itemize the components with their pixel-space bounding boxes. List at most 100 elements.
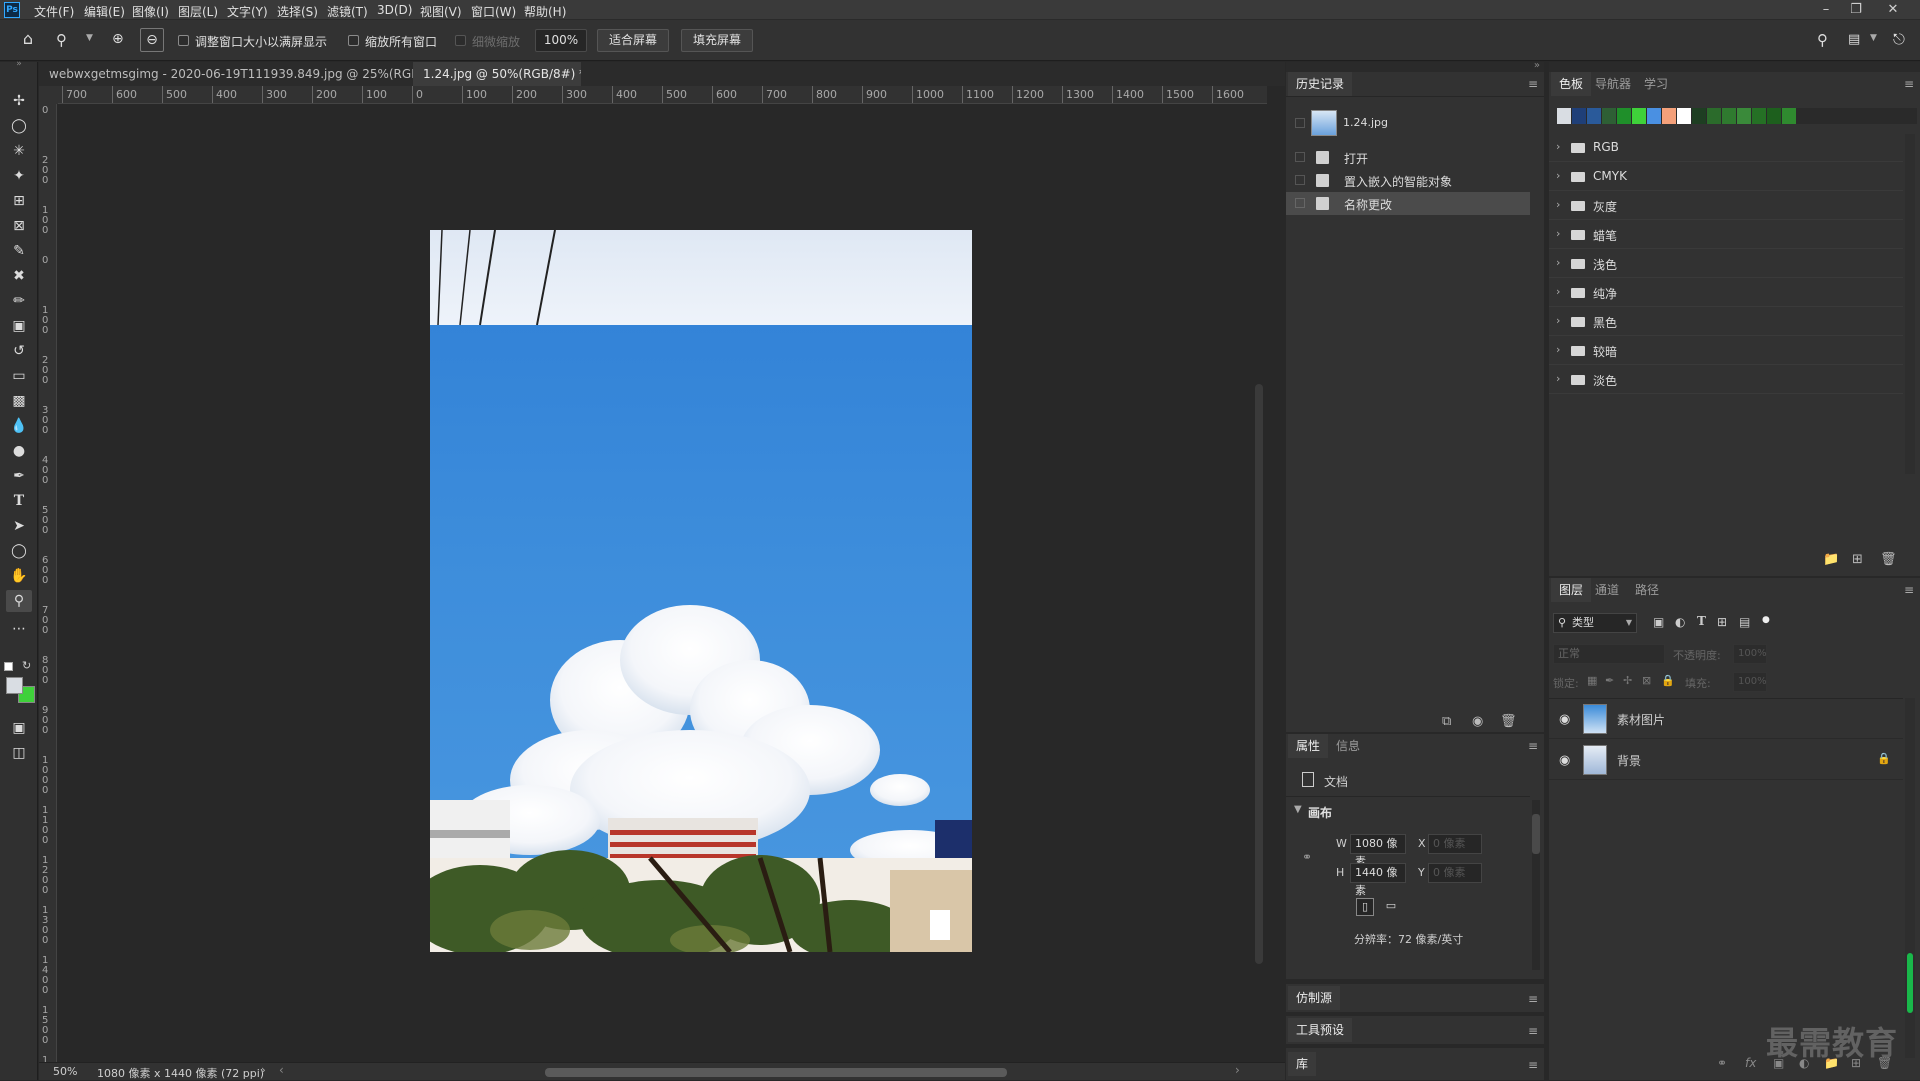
- menu-3d[interactable]: 3D(D): [377, 3, 412, 17]
- link-icon[interactable]: ⚭: [1302, 850, 1312, 864]
- color-swatch[interactable]: [1707, 108, 1721, 124]
- menu-filter[interactable]: 滤镜(T): [327, 3, 368, 20]
- menu-help[interactable]: 帮助(H): [524, 3, 566, 20]
- swatch-group[interactable]: › 较暗: [1549, 337, 1903, 365]
- layer-name[interactable]: 背景: [1617, 752, 1641, 769]
- tab-navigator[interactable]: 导航器: [1587, 72, 1639, 96]
- tab-swatches[interactable]: 色板: [1551, 72, 1592, 96]
- gradient-tool-icon[interactable]: ▩: [6, 390, 32, 412]
- path-selection-tool-icon[interactable]: ➤: [6, 515, 32, 537]
- visibility-eye-icon[interactable]: ◉: [1559, 753, 1570, 768]
- history-checkbox[interactable]: [1295, 175, 1305, 185]
- new-document-from-state-icon[interactable]: ⧉: [1442, 714, 1451, 729]
- color-swatch[interactable]: [1767, 108, 1781, 124]
- chevron-right-icon[interactable]: ›: [1556, 314, 1560, 327]
- chevron-right-icon[interactable]: ›: [1556, 256, 1560, 269]
- color-swatch[interactable]: [1632, 108, 1646, 124]
- layer-row[interactable]: ◉ 背景 🔒: [1549, 740, 1903, 780]
- chevron-right-icon[interactable]: ›: [1556, 285, 1560, 298]
- swatch-group[interactable]: › 浅色: [1549, 250, 1903, 278]
- color-swatch[interactable]: [1737, 108, 1751, 124]
- color-swatch[interactable]: [1677, 108, 1691, 124]
- panel-menu-icon[interactable]: ≡: [1528, 1024, 1538, 1038]
- color-swatch[interactable]: [1722, 108, 1736, 124]
- link-layers-icon[interactable]: ⚭: [1717, 1056, 1727, 1070]
- swatch-group[interactable]: › 淡色: [1549, 366, 1903, 394]
- swatch-group[interactable]: › RGB: [1549, 134, 1903, 162]
- pen-tool-icon[interactable]: ✒: [6, 465, 32, 487]
- more-tools-icon[interactable]: ⋯: [6, 618, 32, 640]
- filter-smart-object-icon[interactable]: ▤: [1739, 615, 1750, 629]
- chevron-right-icon[interactable]: ›: [1556, 198, 1560, 211]
- chevron-right-icon[interactable]: ›: [1556, 227, 1560, 240]
- scroll-right-icon[interactable]: ›: [1235, 1063, 1240, 1077]
- zoom-all-checkbox[interactable]: [348, 35, 359, 46]
- menu-window[interactable]: 窗口(W): [471, 3, 516, 20]
- panel-menu-icon[interactable]: ≡: [1528, 77, 1538, 91]
- layer-name[interactable]: 素材图片: [1617, 711, 1665, 728]
- hand-tool-icon[interactable]: ✋: [6, 565, 32, 587]
- foreground-color-swatch[interactable]: [6, 677, 23, 694]
- color-swatch[interactable]: [1692, 108, 1706, 124]
- color-swatch[interactable]: [1782, 108, 1796, 124]
- filter-toggle-icon[interactable]: ●: [1762, 615, 1770, 625]
- menu-edit[interactable]: 编辑(E): [84, 3, 125, 20]
- resize-windows-checkbox[interactable]: [178, 35, 189, 46]
- color-swatch[interactable]: [1587, 108, 1601, 124]
- vertical-scrollbar[interactable]: [1255, 384, 1263, 964]
- frame-tool-icon[interactable]: ⊠: [6, 215, 32, 237]
- history-snapshot[interactable]: 1.24.jpg: [1286, 106, 1530, 142]
- color-swatch[interactable]: [1572, 108, 1586, 124]
- history-brush-tool-icon[interactable]: ↺: [6, 340, 32, 362]
- menu-select[interactable]: 选择(S): [277, 3, 318, 20]
- color-swatch[interactable]: [1752, 108, 1766, 124]
- color-swatch[interactable]: [1557, 108, 1571, 124]
- tab-properties[interactable]: 属性: [1288, 734, 1329, 758]
- ellipse-tool-icon[interactable]: ◯: [6, 540, 32, 562]
- panel-menu-icon[interactable]: ≡: [1904, 77, 1914, 91]
- trash-icon[interactable]: 🗑: [1500, 714, 1517, 729]
- type-tool-icon[interactable]: T: [6, 490, 32, 512]
- lock-all-icon[interactable]: 🔒: [1661, 674, 1675, 687]
- blur-tool-icon[interactable]: 💧: [6, 415, 32, 437]
- eyedropper-tool-icon[interactable]: ✎: [6, 240, 32, 262]
- menu-image[interactable]: 图像(I): [132, 3, 169, 20]
- clone-stamp-tool-icon[interactable]: ▣: [6, 315, 32, 337]
- color-swatch[interactable]: [1647, 108, 1661, 124]
- lock-transparent-icon[interactable]: ▦: [1587, 674, 1597, 687]
- landscape-orientation-icon[interactable]: ▭: [1382, 898, 1400, 916]
- filter-type-icon[interactable]: T: [1697, 614, 1706, 628]
- menu-layer[interactable]: 图层(L): [178, 3, 218, 20]
- lock-position-icon[interactable]: ✢: [1623, 674, 1632, 687]
- panel-menu-icon[interactable]: ≡: [1528, 1058, 1538, 1072]
- eraser-tool-icon[interactable]: ▭: [6, 365, 32, 387]
- chevron-right-icon[interactable]: ›: [1556, 140, 1560, 153]
- swatch-group[interactable]: › 纯净: [1549, 279, 1903, 307]
- swatch-group[interactable]: › 蜡笔: [1549, 221, 1903, 249]
- swatches-scrollbar[interactable]: [1905, 134, 1915, 474]
- panel-menu-icon[interactable]: ≡: [1528, 739, 1538, 753]
- swap-colors-icon[interactable]: ↻: [22, 659, 31, 672]
- canvas-area[interactable]: [58, 104, 1267, 1062]
- portrait-orientation-icon[interactable]: ▯: [1356, 898, 1374, 916]
- chevron-down-icon[interactable]: ▼: [1294, 804, 1302, 815]
- close-icon[interactable]: ✕: [1882, 1, 1904, 19]
- tab-tool-presets[interactable]: 工具预设: [1288, 1018, 1353, 1042]
- camera-icon[interactable]: ◉: [1472, 714, 1483, 729]
- chevron-right-icon[interactable]: ›: [1556, 343, 1560, 356]
- fx-icon[interactable]: fx: [1745, 1056, 1756, 1070]
- height-field[interactable]: 1440 像素: [1350, 863, 1406, 897]
- zoom-tool-icon[interactable]: ⚲: [6, 590, 32, 612]
- tab-1-24-jpg[interactable]: 1.24.jpg @ 50%(RGB/8#) * ×: [413, 62, 581, 86]
- history-checkbox[interactable]: [1295, 198, 1305, 208]
- zoom-out-icon[interactable]: ⊖: [140, 28, 164, 52]
- brush-tool-icon[interactable]: ✏: [6, 290, 32, 312]
- zoom-readout[interactable]: 50%: [53, 1065, 77, 1078]
- swatch-group[interactable]: › 黑色: [1549, 308, 1903, 336]
- screen-mode-icon[interactable]: ◫: [6, 742, 32, 764]
- fit-screen-button[interactable]: 适合屏幕: [597, 29, 669, 52]
- marquee-tool-icon[interactable]: ◯: [6, 115, 32, 137]
- history-item[interactable]: 置入嵌入的智能对象: [1286, 169, 1530, 192]
- magic-wand-tool-icon[interactable]: ✦: [6, 165, 32, 187]
- trash-icon[interactable]: 🗑: [1880, 552, 1897, 567]
